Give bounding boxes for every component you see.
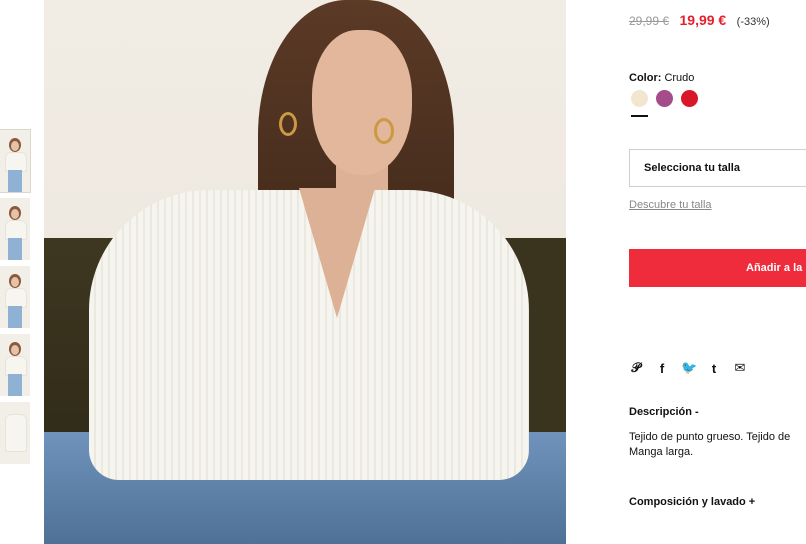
facebook-icon[interactable]: f (655, 361, 669, 376)
old-price: 29,99 € (629, 14, 670, 28)
thumbnail-3[interactable] (0, 266, 30, 328)
discount-badge: (-33%) (736, 16, 770, 28)
model-face (312, 30, 412, 175)
size-guide-link[interactable]: Descubre tu talla (629, 199, 712, 211)
thumbnail-4[interactable] (0, 334, 30, 396)
color-label: Color: (629, 72, 662, 84)
thumbnail-5[interactable] (0, 402, 30, 464)
description-text: Tejido de punto grueso. Tejido de Manga … (629, 431, 791, 458)
swatch-mauve[interactable] (656, 90, 673, 107)
color-value: Crudo (664, 72, 695, 84)
price-row: 29,99 € 19,99 € (-33%) (629, 12, 770, 30)
email-icon[interactable]: ✉ (733, 360, 747, 376)
swatch-crudo[interactable] (631, 90, 648, 107)
thumbnail-2[interactable] (0, 198, 30, 260)
product-main-image (44, 0, 566, 544)
sale-price: 19,99 € (679, 12, 727, 28)
description-toggle[interactable]: Descripción - (629, 406, 699, 418)
thumbnail-list (0, 129, 31, 470)
twitter-icon[interactable]: 🐦 (681, 360, 697, 376)
product-info-panel: 29,99 € 19,99 € (-33%) Color: Crudo Sele… (629, 0, 806, 544)
thumbnail-1[interactable] (0, 129, 31, 193)
swatch-red[interactable] (681, 90, 698, 107)
composition-toggle[interactable]: Composición y lavado + (629, 496, 755, 508)
tumblr-icon[interactable]: t (707, 361, 721, 376)
share-icons: 𝒫 f 🐦 t ✉ (629, 360, 747, 376)
selected-swatch-indicator (631, 115, 648, 117)
pinterest-icon[interactable]: 𝒫 (629, 360, 643, 376)
color-label-row: Color: Crudo (629, 72, 694, 84)
size-select[interactable]: Selecciona tu talla (629, 149, 806, 187)
add-to-cart-button[interactable]: Añadir a la (629, 249, 806, 287)
color-swatches (631, 90, 698, 107)
